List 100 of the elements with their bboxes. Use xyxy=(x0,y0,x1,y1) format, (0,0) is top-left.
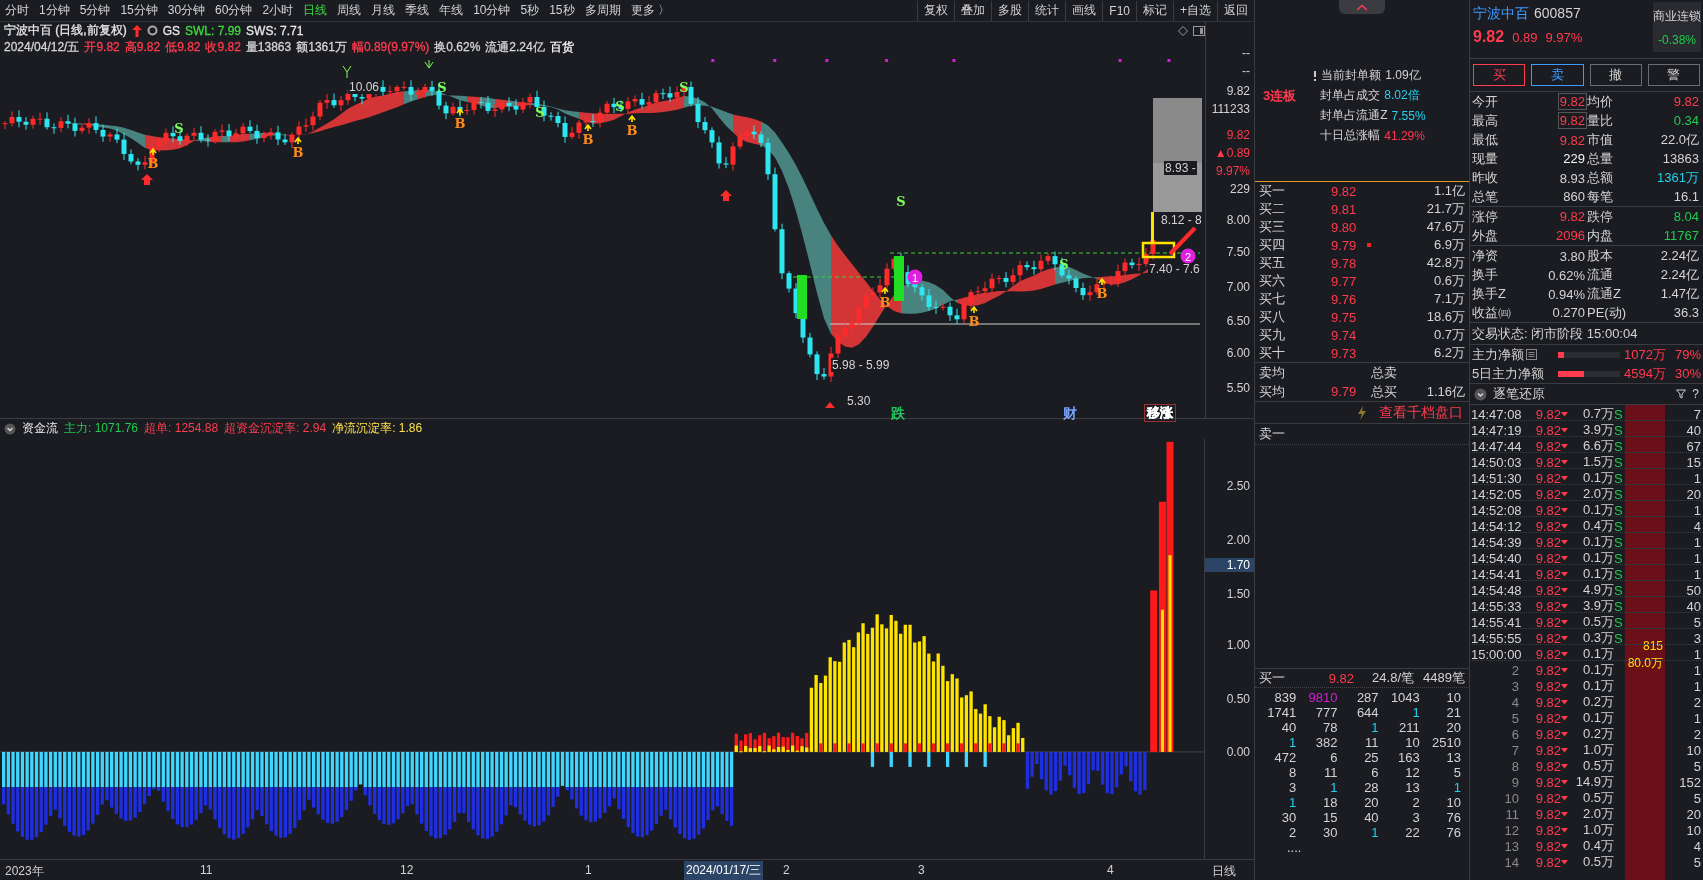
toolbar-button[interactable]: 标记 xyxy=(1136,0,1173,21)
tick-number: 4 xyxy=(1510,694,1520,710)
buy-button[interactable]: 买 xyxy=(1473,64,1526,86)
chevron-up-icon[interactable] xyxy=(1356,3,1368,11)
queue-cell-text: 28 xyxy=(1363,780,1380,795)
tick-count: 2 xyxy=(1692,726,1702,742)
sell-button[interactable]: 卖 xyxy=(1531,64,1584,86)
period-tab[interactable]: 15秒 xyxy=(544,0,580,21)
down-triangle-icon xyxy=(1561,811,1568,817)
collapse-icon[interactable] xyxy=(1474,387,1487,401)
toolbar-button[interactable]: 返回 xyxy=(1217,0,1254,21)
bid-amount: 18.6万 xyxy=(1425,308,1465,326)
period-tab[interactable]: 分时 xyxy=(0,0,34,21)
tick-price: 9.82 xyxy=(1534,822,1561,838)
period-tab[interactable]: 15分钟 xyxy=(115,0,163,21)
queue-cell-text: 1741 xyxy=(1266,705,1298,720)
tick-price: 9.82 xyxy=(1534,438,1561,454)
tick-time: 14:52:05 xyxy=(1471,486,1523,502)
queue-cell-text: 20 xyxy=(1363,795,1380,810)
average-price: 9.79 xyxy=(1331,384,1357,399)
alert-button[interactable]: 警 xyxy=(1647,64,1700,86)
down-triangle-icon xyxy=(1561,843,1568,849)
stat-value: 22.0亿 xyxy=(1659,131,1700,149)
toolbar-button[interactable]: 画线 xyxy=(1065,0,1103,21)
queue-cell-text: 3 xyxy=(1411,810,1421,825)
period-tab[interactable]: 多周期 xyxy=(579,0,626,21)
stat-label: 涨停 xyxy=(1472,207,1499,226)
quote-field: 2024/04/12/五 xyxy=(4,39,80,57)
queue-cell-text: 1 xyxy=(1370,825,1380,840)
queue-cell-text: 1 xyxy=(1287,795,1298,810)
period-tab[interactable]: 1分钟 xyxy=(34,0,75,21)
stat-value: 16.1 xyxy=(1672,188,1700,205)
diamond-icon[interactable] xyxy=(1178,25,1188,36)
axis-label: 7.00 xyxy=(1226,280,1250,295)
indicator-value: 主力: 1071.76 xyxy=(64,420,139,438)
period-tab[interactable]: 10分钟 xyxy=(468,0,516,21)
period-tab[interactable]: 30分钟 xyxy=(162,0,211,21)
quote-field: 量13863 xyxy=(245,39,292,57)
per-order: 24.8/笔 xyxy=(1371,669,1414,687)
tick-count: 15 xyxy=(1685,454,1702,470)
seal-label: 封单占成交 xyxy=(1320,87,1381,104)
tick-number: 5 xyxy=(1510,710,1520,726)
filter-icon[interactable] xyxy=(1676,389,1687,399)
queue-cell-text: 287 xyxy=(1355,690,1380,705)
total-amount: 1.16亿 xyxy=(1426,383,1465,399)
stat-label: 总笔 xyxy=(1472,187,1499,206)
bid-price: 9.74 xyxy=(1331,327,1358,343)
tick-count: 50 xyxy=(1685,582,1702,598)
stat-label: 量比 xyxy=(1587,111,1614,130)
period-tab[interactable]: 2小时 xyxy=(257,0,299,21)
toolbar-button[interactable]: F10 xyxy=(1102,0,1136,21)
tick-price: 9.82 xyxy=(1534,614,1561,630)
tick-price: 9.82 xyxy=(1534,726,1561,742)
period-tab[interactable]: 更多 〉 xyxy=(625,0,675,21)
tick-number: 13 xyxy=(1503,838,1520,854)
down-triangle-icon xyxy=(1561,779,1568,785)
bid-label: 买九 xyxy=(1259,326,1286,344)
queue-cell-text: 5 xyxy=(1452,765,1462,780)
tick-volume: 0.3万 xyxy=(1581,629,1614,647)
toolbar-button[interactable]: 统计 xyxy=(1028,0,1066,21)
period-tab[interactable]: 日线 xyxy=(298,0,333,21)
tick-price: 9.82 xyxy=(1534,486,1561,502)
period-tab[interactable]: 年线 xyxy=(434,0,469,21)
period-tab[interactable]: 周线 xyxy=(332,0,367,21)
list-icon[interactable] xyxy=(1526,349,1537,360)
tick-price: 9.82 xyxy=(1534,710,1561,726)
toolbar-button[interactable]: +自选 xyxy=(1173,0,1217,21)
price-label: 5.98 - 5.99 xyxy=(831,358,891,373)
cancel-button[interactable]: 撤 xyxy=(1589,64,1642,86)
tick-volume: 0.2万 xyxy=(1581,725,1614,743)
period-tab[interactable]: 月线 xyxy=(366,0,401,21)
stat-label: 流通 xyxy=(1587,266,1614,284)
tick-number: 7 xyxy=(1510,742,1520,758)
stat-label: 外盘 xyxy=(1472,226,1499,245)
sector-card[interactable]: 商业连锁 -0.38% xyxy=(1653,2,1701,52)
toolbar-button[interactable]: 多股 xyxy=(991,0,1029,21)
seal-label: 当前封单额 xyxy=(1321,67,1382,84)
toolbar-button[interactable]: 叠加 xyxy=(954,0,992,21)
down-triangle-icon xyxy=(1561,523,1568,529)
axis-label: 7.50 xyxy=(1226,245,1250,260)
queue-cell-text: 25 xyxy=(1363,750,1380,765)
panel-icon[interactable] xyxy=(1193,25,1205,36)
tick-count: 5 xyxy=(1692,854,1702,870)
period-tab[interactable]: 5分钟 xyxy=(74,0,116,21)
tick-count: 20 xyxy=(1685,806,1702,822)
down-triangle-icon xyxy=(1561,475,1568,481)
help-link[interactable]: ? xyxy=(1692,387,1699,401)
depth-link[interactable]: 查看千档盘口 xyxy=(1379,403,1463,422)
axis-label: ▲0.89 xyxy=(1214,146,1250,161)
toolbar-button[interactable]: 复权 xyxy=(917,0,955,21)
period-tab[interactable]: 季线 xyxy=(400,0,435,21)
down-triangle-icon xyxy=(1561,795,1568,801)
period-tab[interactable]: 60分钟 xyxy=(210,0,258,21)
total-label: 总买 xyxy=(1371,382,1398,401)
collapse-button[interactable] xyxy=(1339,0,1385,14)
period-tab[interactable]: 5秒 xyxy=(515,0,545,21)
collapse-icon[interactable] xyxy=(4,422,16,435)
queue-cell-text: 3 xyxy=(1287,780,1298,795)
tick-volume: 0.1万 xyxy=(1581,549,1614,567)
tick-count: 1 xyxy=(1692,662,1702,678)
